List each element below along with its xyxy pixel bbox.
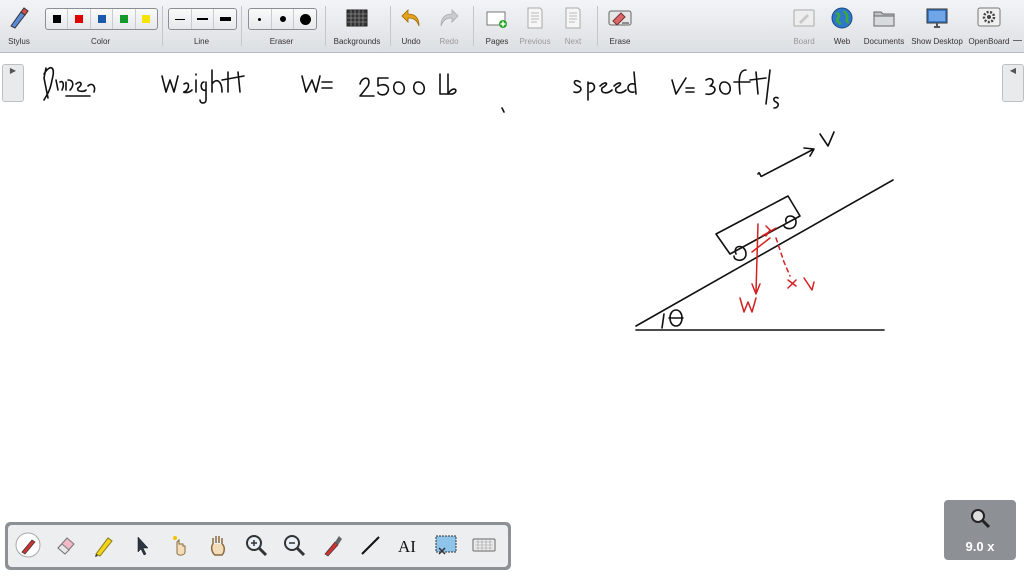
color-group: Color [45, 0, 156, 52]
minimize-icon[interactable] [1013, 40, 1022, 41]
axis-label [787, 277, 815, 291]
incline-diagram [635, 131, 894, 331]
zoom-in-icon[interactable] [243, 532, 269, 558]
stylus-button[interactable]: Stylus [4, 0, 34, 52]
zoom-indicator[interactable]: 9.0 x [944, 500, 1016, 560]
pages-button[interactable]: Pages [482, 0, 512, 52]
zoom-out-icon[interactable] [281, 532, 307, 558]
separator [473, 6, 474, 46]
eraser-group: Eraser [248, 0, 315, 52]
text-icon[interactable]: AI [395, 532, 421, 558]
magnifier-icon [971, 509, 991, 529]
separator [162, 6, 163, 46]
board-label: Board [793, 37, 815, 46]
erase-all-icon [608, 10, 632, 26]
capture-icon[interactable] [319, 532, 345, 558]
hand-icon[interactable] [205, 532, 231, 558]
grid-background-icon [346, 9, 368, 27]
stylus-icon [10, 7, 29, 29]
erase-button[interactable]: Erase [604, 0, 636, 52]
angle-arc [661, 313, 665, 329]
handwriting-given-weight-speed [43, 67, 779, 113]
board-button[interactable]: Board [790, 0, 818, 52]
separator [597, 6, 598, 46]
stylus-label: Stylus [8, 37, 30, 46]
redo-button[interactable]: Redo [434, 0, 464, 52]
next-label: Next [564, 37, 582, 46]
backgrounds-button[interactable]: Backgrounds [331, 0, 383, 52]
previous-button[interactable]: Previous [518, 0, 552, 52]
bottom-toolbar: AI [5, 522, 511, 570]
separator [325, 6, 326, 46]
line-label: Line [193, 37, 210, 46]
force-vectors [739, 223, 815, 313]
monitor-icon [926, 8, 948, 28]
keyboard-icon[interactable] [471, 532, 497, 558]
zoom-level: 9.0 x [965, 539, 995, 554]
previous-label: Previous [519, 37, 551, 46]
next-button[interactable]: Next [558, 0, 588, 52]
top-toolbar: Stylus Color Line Eraser Backgrounds Und… [0, 0, 1024, 53]
weight-label [739, 297, 757, 313]
web-label: Web [833, 37, 851, 46]
laser-icon[interactable] [167, 532, 193, 558]
pointer-icon[interactable] [129, 532, 155, 558]
add-page-icon [486, 11, 507, 28]
documents-label: Documents [863, 37, 905, 46]
openboard-label: OpenBoard [968, 37, 1010, 46]
web-button[interactable]: Web [828, 0, 856, 52]
highlighter-icon[interactable] [91, 532, 117, 558]
documents-button[interactable]: Documents [862, 0, 906, 52]
incline-line [635, 179, 894, 327]
erase-label: Erase [609, 37, 631, 46]
line-icon[interactable] [357, 532, 383, 558]
velocity-label [819, 131, 835, 147]
separator [241, 6, 242, 46]
separator [390, 6, 391, 46]
folder-icon [873, 11, 895, 27]
color-label: Color [90, 37, 111, 46]
gear-icon [977, 7, 1001, 27]
pen-icon[interactable] [15, 532, 41, 558]
redo-label: Redo [439, 37, 459, 46]
dashed-axis-line [775, 237, 791, 277]
globe-icon [831, 7, 853, 29]
undo-label: Undo [401, 37, 421, 46]
svg-text:AI: AI [398, 537, 416, 556]
openboard-button[interactable]: OpenBoard [966, 0, 1012, 52]
undo-icon [401, 9, 420, 27]
previous-page-icon [527, 7, 543, 29]
redo-icon [440, 9, 459, 27]
undo-button[interactable]: Undo [396, 0, 426, 52]
next-page-icon [565, 7, 581, 29]
pages-label: Pages [485, 37, 509, 46]
backgrounds-label: Backgrounds [333, 37, 381, 46]
board-icon [793, 9, 815, 27]
show-desktop-label: Show Desktop [911, 37, 963, 46]
theta-label [668, 309, 684, 327]
whiteboard-canvas[interactable] [0, 52, 1024, 576]
velocity-arrow [757, 147, 815, 178]
eraser-icon[interactable] [53, 532, 79, 558]
show-desktop-button[interactable]: Show Desktop [909, 0, 965, 52]
screenshot-icon[interactable] [433, 532, 459, 558]
eraser-label: Eraser [269, 37, 294, 46]
line-group: Line [168, 0, 235, 52]
